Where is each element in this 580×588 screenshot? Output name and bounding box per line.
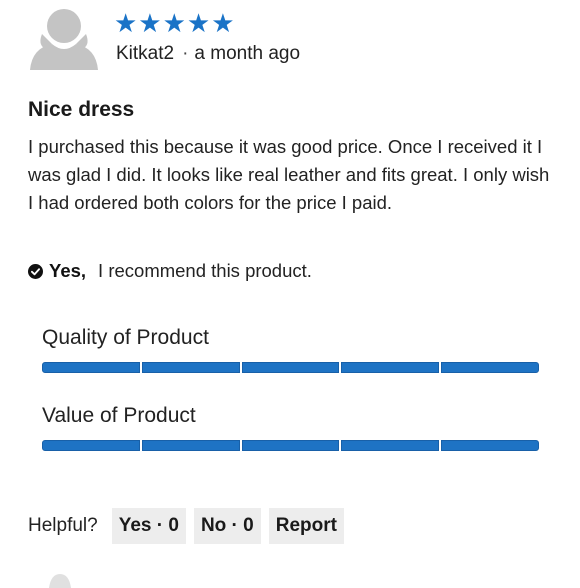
rating-bar-segment: [42, 440, 140, 451]
next-review-avatar-icon: [49, 574, 71, 588]
user-avatar-icon: [30, 9, 98, 70]
review-title: Nice dress: [28, 98, 135, 121]
rating-bar-segment: [241, 440, 340, 451]
recommend-text: I recommend this product.: [98, 260, 312, 281]
recommend-line: Yes, I recommend this product.: [28, 258, 312, 284]
review-meta: Kitkat2 · a month ago: [116, 42, 300, 66]
rating-bar-segment: [141, 440, 240, 451]
report-button[interactable]: Report: [268, 508, 344, 544]
helpful-section: Helpful? Yes · 0 No · 0 Report: [28, 508, 352, 544]
quality-rating-bar: [42, 362, 539, 373]
recommend-yes: Yes,: [49, 260, 87, 281]
review-time: a month ago: [194, 43, 301, 64]
rating-bar-segment: [241, 362, 340, 373]
quality-rating-label: Quality of Product: [42, 326, 209, 349]
value-rating-label: Value of Product: [42, 404, 196, 427]
rating-bar-segment: [141, 362, 240, 373]
rating-bar-segment: [441, 440, 539, 451]
review-body: I purchased this because it was good pri…: [28, 136, 550, 213]
meta-separator: ·: [182, 43, 189, 64]
value-rating-bar: [42, 440, 539, 451]
rating-bar-segment: [341, 362, 440, 373]
rating-bar-segment: [42, 362, 140, 373]
rating-stars: ★★★★★: [114, 8, 236, 38]
rating-bar-segment: [441, 362, 539, 373]
author-name: Kitkat2: [116, 43, 175, 64]
helpful-yes-button[interactable]: Yes · 0: [111, 508, 186, 544]
helpful-no-button[interactable]: No · 0: [193, 508, 261, 544]
rating-bar-segment: [341, 440, 440, 451]
helpful-label: Helpful?: [28, 515, 98, 536]
check-circle-icon: [28, 263, 43, 279]
